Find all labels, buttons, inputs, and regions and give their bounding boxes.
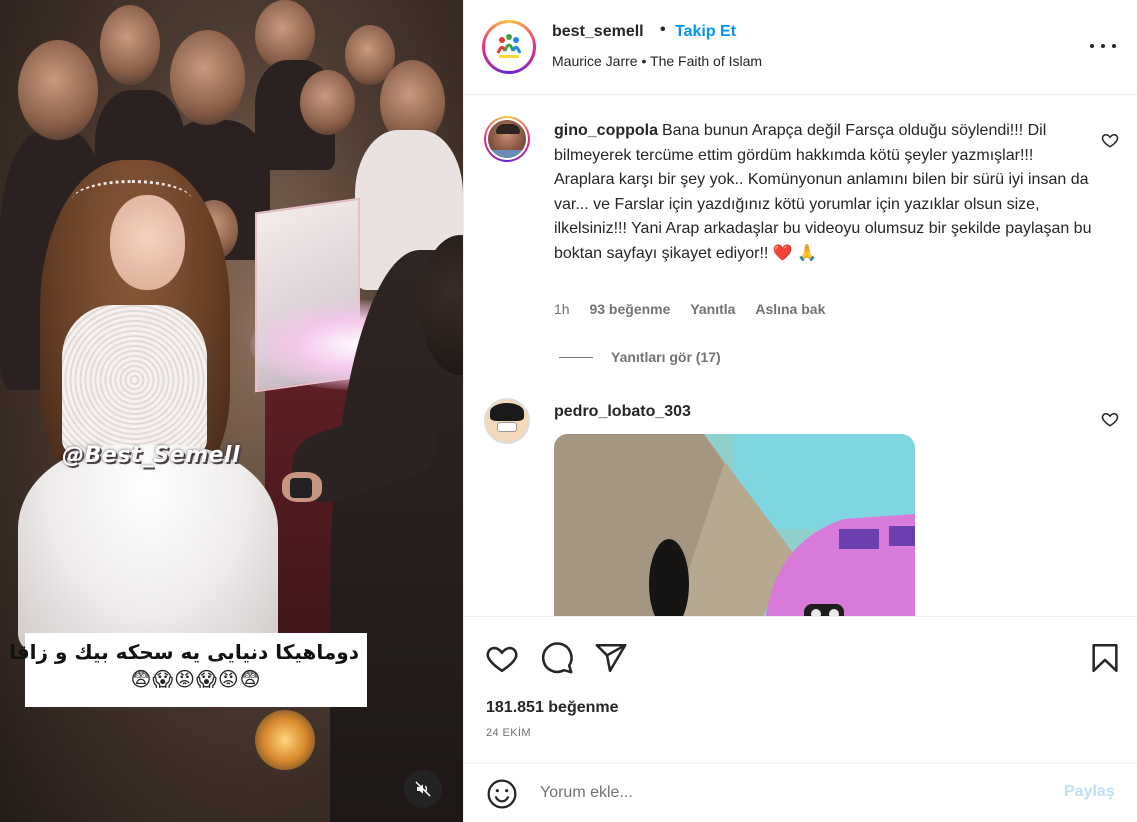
audio-attribution[interactable]: Maurice Jarre • The Faith of Islam [552,53,762,69]
best-semell-logo-icon [496,34,522,58]
speaker-muted-icon [415,781,431,797]
comment-heart-icon[interactable] [1101,410,1119,428]
shirt-shape [488,150,526,158]
post-side-panel: best_semell • Takip Et Maurice Jarre • T… [463,0,1137,822]
comments-list[interactable]: gino_coppola Bana bunun Arapça değil Fars… [464,96,1137,616]
more-dot-icon [1101,44,1105,48]
comment-emojis: ❤️ 🙏 [772,244,818,262]
post-like-count[interactable]: 181.851 beğenme [486,699,619,717]
comment-likes[interactable]: 93 beğenme [589,301,670,317]
more-dot-icon [1090,44,1094,48]
see-original-button[interactable]: Aslına bak [755,301,825,317]
background-person [18,40,98,140]
post-actions: 181.851 beğenme 24 EKİM [464,616,1137,786]
replies-divider [559,356,593,358]
comment-gif[interactable] [554,434,915,616]
more-dot-icon [1112,44,1116,48]
view-replies-label: Yanıtları gör (17) [611,349,721,365]
mute-button[interactable] [404,770,442,808]
girl-dress-bodice [62,305,207,455]
comment-username[interactable]: pedro_lobato_303 [554,403,691,420]
girl-dress-skirt [18,445,278,655]
more-options-button[interactable] [1090,36,1116,56]
reel-video[interactable]: @Best_Semell دوماهیکا دنیایی یه سحکه بیك… [0,0,463,822]
post-comment-button[interactable]: Paylaş [1064,783,1115,801]
commenter-avatar[interactable] [484,398,530,444]
view-replies-button[interactable]: Yanıtları gör (17) [559,349,721,365]
audio-artist[interactable]: Maurice Jarre [552,53,638,69]
author-avatar[interactable] [482,20,536,74]
floor-light [255,710,315,770]
comment-content: gino_coppola Bana bunun Arapça değil Fars… [554,119,1094,266]
emoji-smiley-icon[interactable] [486,778,518,810]
mask-shape [497,422,517,432]
header-separator: • [660,21,666,38]
comment-text: Bana bunun Arapça değil Farsça olduğu sö… [554,122,1092,262]
gif-illustration [554,434,915,616]
comment-content: pedro_lobato_303 [554,400,1094,425]
video-caption-box: دوماهیکا دنیایی یه سحکه بیك و زاقا 😨😱😡😱😡… [9,633,367,707]
save-bookmark-icon[interactable] [1088,641,1122,675]
girl-headpiece [72,180,192,220]
ring-box [290,478,312,498]
like-heart-icon[interactable] [485,641,519,675]
comment-bubble-icon[interactable] [540,641,574,675]
post-header: best_semell • Takip Et Maurice Jarre • T… [464,0,1137,95]
video-caption-emojis: 😨😱😡😱😡😨 [130,669,262,691]
video-caption-text: دوماهیکا دنیایی یه سحکه بیك و زاقا [9,640,359,664]
share-paper-plane-icon[interactable] [594,641,628,675]
post-date[interactable]: 24 EKİM [486,727,531,739]
background-person [170,30,245,125]
comment-heart-icon[interactable] [1101,131,1119,149]
commenter-avatar[interactable] [484,116,530,162]
author-username[interactable]: best_semell [552,23,644,41]
reply-button[interactable]: Yanıtla [690,301,735,317]
comment-username[interactable]: gino_coppola [554,122,658,139]
hair-shape [496,124,520,134]
comment-meta: 1h 93 beğenme Yanıtla Aslına bak [554,301,841,317]
audio-title[interactable]: The Faith of Islam [650,53,762,69]
background-person [100,5,160,85]
background-person [300,70,355,135]
audio-separator: • [641,53,647,69]
follow-button[interactable]: Takip Et [675,23,736,41]
comment-input[interactable] [540,778,1040,808]
video-watermark: @Best_Semell [62,443,240,468]
hair-shape [490,403,524,421]
add-comment-bar: Paylaş [464,763,1137,822]
comment-time[interactable]: 1h [554,301,570,317]
